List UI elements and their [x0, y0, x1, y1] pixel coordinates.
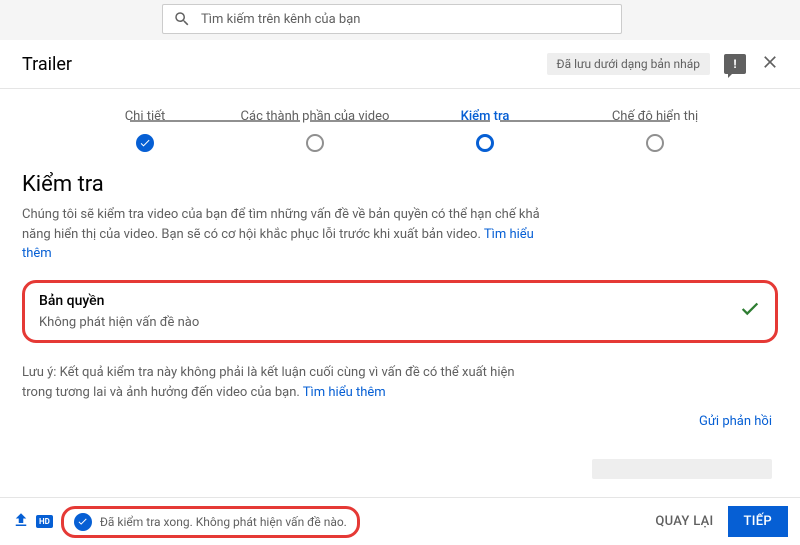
dialog-title: Trailer [22, 54, 72, 75]
stepper: Chi tiết Các thành phần của video Kiểm t… [0, 89, 800, 152]
close-icon [760, 52, 780, 72]
back-button[interactable]: QUAY LẠI [641, 506, 727, 537]
search-placeholder: Tìm kiếm trên kênh của bạn [201, 12, 360, 27]
stepper-line [500, 120, 670, 122]
disclaimer-note: Lưu ý: Kết quả kiểm tra này không phải l… [22, 363, 542, 405]
next-button[interactable]: TIẾP [728, 506, 788, 537]
loading-skeleton [592, 459, 772, 479]
upload-dialog: Trailer Đã lưu dưới dạng bản nháp ! Chi … [0, 40, 800, 545]
step-details[interactable]: Chi tiết [60, 109, 230, 152]
section-description: Chúng tôi sẽ kiểm tra video của bạn để t… [22, 205, 542, 264]
copyright-status: Không phát hiện vấn đề nào [39, 315, 199, 330]
dialog-header: Trailer Đã lưu dưới dạng bản nháp ! [0, 40, 800, 89]
status-check-icon [74, 513, 92, 531]
send-feedback-link[interactable]: Gửi phản hồi [699, 414, 772, 429]
copyright-info: Bản quyền Không phát hiện vấn đề nào [39, 293, 199, 330]
search-icon [173, 10, 191, 28]
step-dot [646, 134, 664, 152]
close-button[interactable] [760, 52, 780, 76]
search-input[interactable]: Tìm kiếm trên kênh của bạn [162, 4, 622, 34]
upload-icon [12, 511, 30, 533]
checks-content: Kiểm tra Chúng tôi sẽ kiểm tra video của… [0, 152, 800, 545]
dialog-footer: HD Đã kiểm tra xong. Không phát hiện vấn… [0, 497, 800, 545]
description-text: Chúng tôi sẽ kiểm tra video của bạn để t… [22, 207, 540, 242]
step-dot-active [476, 134, 494, 152]
step-dot-done [136, 134, 154, 152]
step-visibility[interactable]: Chế độ hiển thị [570, 109, 740, 152]
draft-status-badge: Đã lưu dưới dạng bản nháp [547, 53, 710, 75]
checkmark-icon [739, 298, 761, 324]
copyright-title: Bản quyền [39, 293, 199, 309]
header-actions: Đã lưu dưới dạng bản nháp ! [547, 52, 780, 76]
copyright-check-row: Bản quyền Không phát hiện vấn đề nào [22, 280, 778, 343]
hd-badge: HD [36, 515, 53, 528]
note-learn-more-link[interactable]: Tìm hiểu thêm [303, 385, 386, 400]
send-feedback-row: Gửi phản hồi [22, 414, 778, 429]
footer-status-icons: HD [12, 511, 53, 533]
status-text: Đã kiểm tra xong. Không phát hiện vấn đề… [100, 515, 347, 529]
checks-status-pill: Đã kiểm tra xong. Không phát hiện vấn đề… [61, 506, 360, 538]
step-video-elements[interactable]: Các thành phần của video [230, 109, 400, 152]
section-title: Kiểm tra [22, 172, 778, 197]
step-dot [306, 134, 324, 152]
stepper-line [310, 120, 490, 122]
note-text: Lưu ý: Kết quả kiểm tra này không phải l… [22, 365, 515, 401]
step-checks[interactable]: Kiểm tra [400, 109, 570, 152]
feedback-icon[interactable]: ! [724, 54, 746, 74]
stepper-line [130, 120, 300, 122]
